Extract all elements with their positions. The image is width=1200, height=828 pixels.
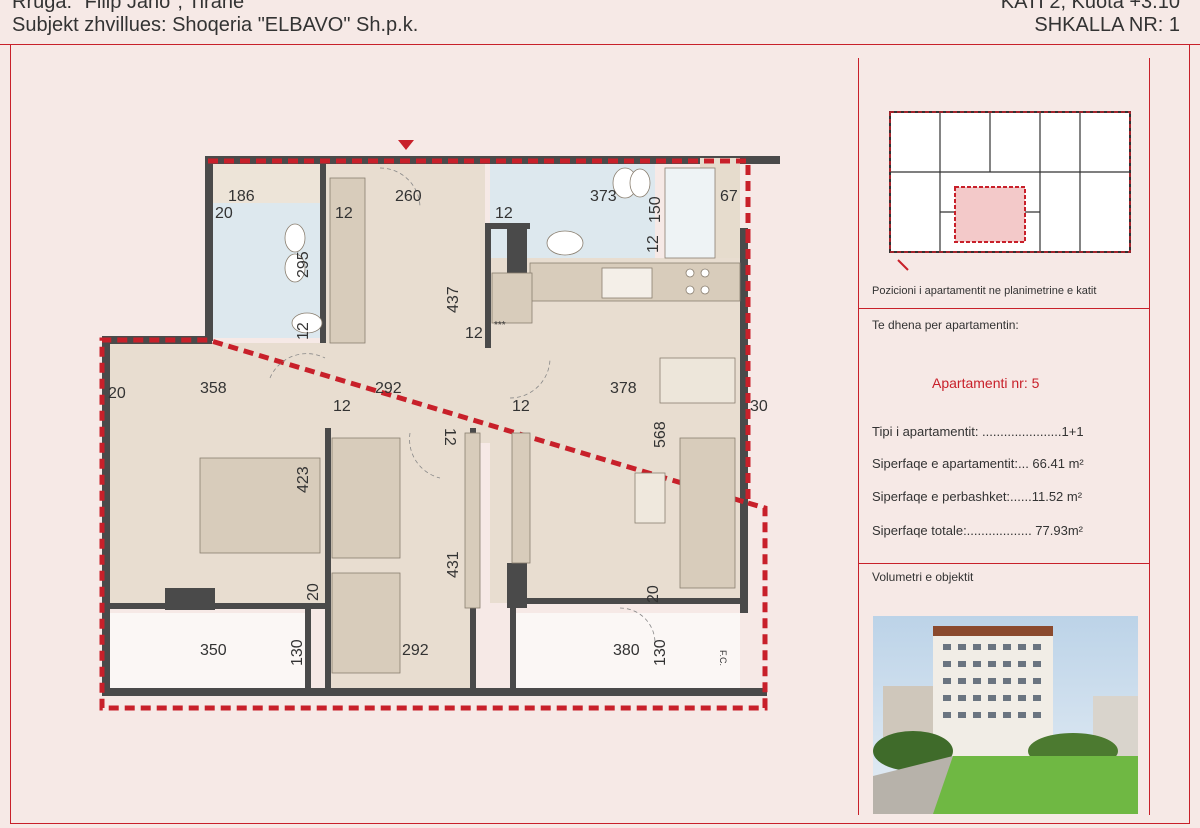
hob-2	[700, 268, 710, 278]
single-bed-2	[331, 572, 401, 674]
apartment-highlight	[954, 186, 1026, 243]
wardrobe	[464, 432, 481, 609]
common-area: Siperfaqe e perbashket:......11.52 m²	[872, 489, 1083, 504]
dim-label: 12	[333, 398, 351, 415]
dim-label: 20	[645, 585, 662, 603]
dim-label: 30	[750, 398, 768, 415]
dim-label: 186	[228, 188, 255, 205]
dim-label: 350	[200, 642, 227, 659]
dim-label: 20	[305, 583, 322, 601]
sink	[601, 267, 653, 299]
dim-label: 20	[108, 385, 126, 402]
apartment-type: Tipi i apartamentit: ...................…	[872, 424, 1084, 439]
panel-divider	[858, 563, 1150, 564]
dim-label: 12	[495, 205, 513, 222]
dim-label: 568	[652, 421, 669, 448]
dim-label: 12	[512, 398, 530, 415]
dim-label: 373	[590, 188, 617, 205]
dim-label: 67	[720, 188, 738, 205]
panel-divider	[858, 308, 1150, 309]
dim-label: 295	[295, 251, 312, 278]
single-bed	[331, 437, 401, 559]
bidet2	[629, 168, 651, 198]
apartment-number: Apartamenti nr: 5	[932, 375, 1040, 391]
dim-label: 380	[613, 642, 640, 659]
street-address: Rruga: "Filip Jano", Tiranë	[12, 0, 245, 13]
hob-1	[685, 268, 695, 278]
apartment-area: Siperfaqe e apartamentit:... 66.41 m²	[872, 456, 1084, 471]
floor-level: KATI 2, Kuota +3.10	[1000, 0, 1180, 13]
total-area: Siperfaqe totale:.................. 77.9…	[872, 523, 1083, 538]
volumetrics-heading: Volumetri e objektit	[872, 570, 974, 584]
dim-label: 431	[445, 551, 462, 578]
fridge	[491, 272, 533, 324]
corridor-floor	[325, 343, 490, 443]
floor-plan: *** F.C. 186 20 12 260 12 373 150 67 12 …	[99, 140, 780, 711]
shower2	[329, 177, 366, 344]
dim-label: 130	[652, 639, 669, 666]
stair-number: SHKALLA NR: 1	[1034, 14, 1180, 36]
developer-name: Subjekt zhvillues: Shoqeria "ELBAVO" Sh.…	[12, 14, 419, 36]
dim-label: 12	[335, 205, 353, 222]
dim-label: 358	[200, 380, 227, 397]
closet-label: F.C.	[718, 650, 728, 666]
shower	[664, 167, 716, 259]
floor-position-map	[889, 111, 1131, 271]
dim-label: 150	[647, 196, 664, 223]
hob-4	[700, 285, 710, 295]
dim-label: 12	[465, 325, 483, 342]
dim-label: 260	[395, 188, 422, 205]
dim-label: 12	[295, 322, 312, 340]
building-render	[873, 616, 1138, 814]
dim-label: 20	[215, 205, 233, 222]
coffee-table	[634, 472, 666, 524]
fridge-label: ***	[494, 320, 506, 331]
entrance-marker	[398, 140, 414, 150]
info-heading: Te dhena per apartamentin:	[872, 318, 1019, 332]
dim-label: 378	[610, 380, 637, 397]
dim-label: 130	[289, 639, 306, 666]
tv-unit	[511, 432, 531, 564]
laundry-floor	[210, 163, 320, 203]
dim-label: 437	[445, 286, 462, 313]
sofa	[679, 437, 736, 589]
hob-3	[685, 285, 695, 295]
dim-label: 292	[375, 380, 402, 397]
dim-label: 12	[645, 235, 662, 253]
dim-label: 12	[441, 428, 458, 446]
dim-label: 423	[295, 466, 312, 493]
toilet	[284, 223, 306, 253]
dining-table	[659, 357, 736, 404]
position-caption: Pozicioni i apartamentit ne planimetrine…	[872, 285, 1097, 297]
basin2	[546, 230, 584, 256]
dim-label: 292	[402, 642, 429, 659]
